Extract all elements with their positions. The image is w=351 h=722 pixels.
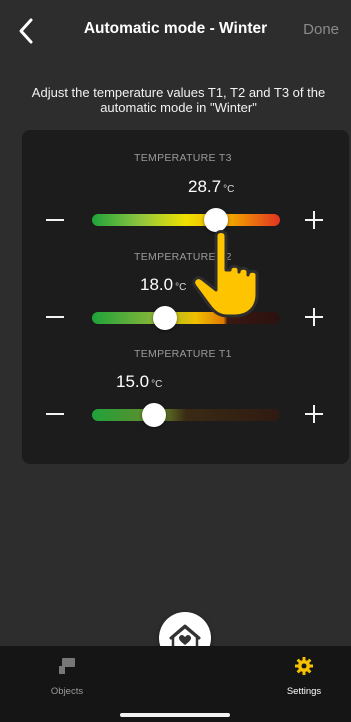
pointing-hand-icon [192, 230, 259, 318]
t3-increase-button[interactable] [305, 211, 323, 229]
tab-settings-label: Settings [286, 686, 322, 697]
t3-value-number: 28.7 [188, 177, 222, 196]
t2-unit: °C [175, 282, 187, 293]
screen: Automatic mode - Winter Done Adjust the … [0, 0, 351, 722]
page-title: Automatic mode - Winter [83, 20, 268, 37]
t1-increase-button[interactable] [305, 405, 323, 423]
t2-decrease-button[interactable] [46, 316, 64, 318]
description-text: Adjust the temperature values T1, T2 and… [31, 85, 326, 115]
tab-objects[interactable]: Objects [27, 646, 107, 706]
t3-decrease-button[interactable] [46, 219, 64, 221]
t2-slider-thumb[interactable] [153, 306, 178, 330]
t1-decrease-button[interactable] [46, 413, 64, 415]
top-bar: Automatic mode - Winter Done [0, 0, 351, 62]
t1-unit: °C [151, 379, 163, 390]
t1-slider-track[interactable] [92, 409, 280, 421]
tab-objects-label: Objects [50, 686, 84, 697]
t3-slider-track[interactable] [92, 214, 280, 226]
t2-value-number: 18.0 [140, 275, 174, 294]
home-indicator [120, 713, 230, 717]
objects-icon [59, 658, 75, 674]
t1-label: TEMPERATURE T1 [134, 348, 232, 360]
t1-slider-thumb[interactable] [142, 403, 167, 427]
t3-unit: °C [223, 184, 235, 195]
t3-value: 28.7 °C [188, 177, 234, 197]
done-button[interactable]: Done [303, 21, 339, 38]
t2-value: 18.0 °C [140, 275, 186, 295]
t1-value: 15.0 °C [116, 372, 162, 392]
t1-value-number: 15.0 [116, 372, 150, 391]
t3-label: TEMPERATURE T3 [134, 152, 232, 164]
gear-icon [295, 657, 313, 675]
tab-settings[interactable]: Settings [264, 646, 344, 706]
t2-increase-button[interactable] [305, 308, 323, 326]
tab-bar: Objects Settings [0, 646, 351, 722]
